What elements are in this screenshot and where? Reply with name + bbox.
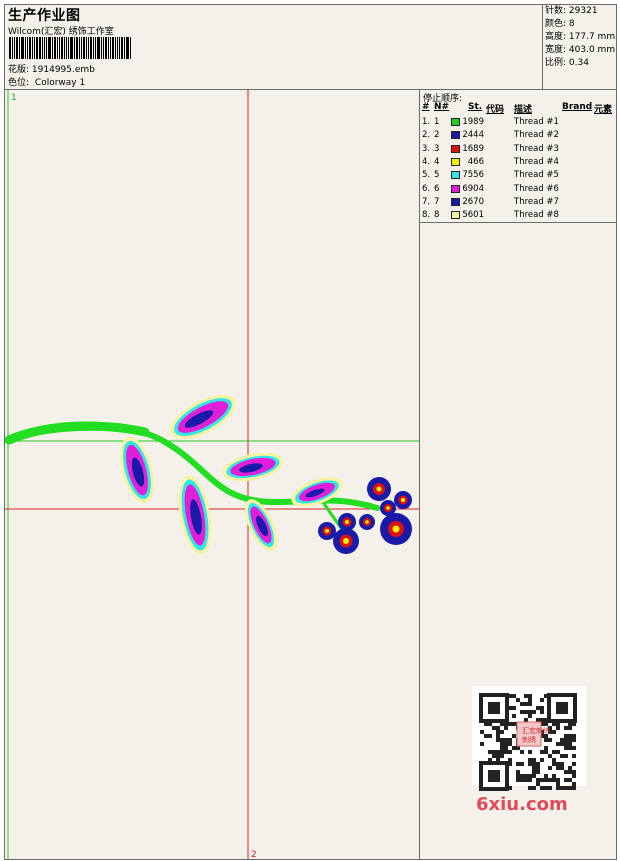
thread-code: 1989 bbox=[462, 117, 484, 127]
watermark-text: 6xiu.com bbox=[476, 794, 568, 815]
watermark-qr: 汇宏刺绣 刺绣 6xiu.com bbox=[472, 686, 586, 816]
thread-num: 5. bbox=[422, 170, 431, 181]
thread-color-swatch bbox=[451, 184, 460, 193]
header-num: # bbox=[422, 102, 430, 112]
thread-color-swatch bbox=[451, 131, 460, 140]
thread-num: 2. bbox=[422, 130, 431, 141]
stat-colors: 颜色: 8 bbox=[545, 19, 575, 29]
thread-row: 5. 5 7556 Thread #5 bbox=[420, 169, 617, 182]
thread-code: 2670 bbox=[462, 196, 484, 207]
thread-num: 6. bbox=[422, 183, 431, 194]
thread-num: 1. bbox=[422, 117, 431, 127]
thread-desc: Thread #8 bbox=[514, 210, 559, 221]
header-st: St. bbox=[468, 102, 483, 112]
stamp-text: 汇宏刺绣 bbox=[522, 726, 550, 735]
thread-n: 2 bbox=[434, 130, 440, 141]
thread-desc: Thread #6 bbox=[514, 183, 559, 194]
svg-text:刺绣: 刺绣 bbox=[522, 735, 536, 744]
leaf-6 bbox=[291, 477, 343, 507]
stat-height: 高度: 177.7 mm bbox=[545, 32, 616, 42]
thread-n: 6 bbox=[434, 183, 440, 194]
studio-name: Wilcom(汇宏) 绣饰工作室 bbox=[8, 27, 114, 37]
thread-color-swatch bbox=[451, 211, 460, 220]
thread-num: 7. bbox=[422, 196, 431, 207]
header-n: N# bbox=[434, 102, 450, 112]
thread-num: 8. bbox=[422, 210, 431, 221]
marker-bottom: 2 bbox=[251, 850, 257, 859]
thread-desc: Thread #4 bbox=[514, 156, 559, 167]
colorway-value: Colorway 1 bbox=[34, 78, 86, 88]
production-sheet: 生产作业图 Wilcom(汇宏) 绣饰工作室 花版: 1914995.emb 色… bbox=[4, 4, 617, 860]
flower-4 bbox=[380, 513, 412, 545]
thread-table-header: # N# St. 代码 描述 Brand 元素 bbox=[420, 102, 617, 115]
header-panel: 生产作业图 Wilcom(汇宏) 绣饰工作室 花版: 1914995.emb 色… bbox=[5, 5, 616, 90]
leaf-1 bbox=[170, 394, 236, 440]
flower-2 bbox=[394, 491, 412, 509]
thread-num: 4. bbox=[422, 156, 431, 167]
embroidery-preview: 1 2 2 bbox=[5, 90, 419, 859]
thread-n: 1 bbox=[434, 117, 440, 127]
thread-color-swatch bbox=[451, 118, 460, 126]
colorway-line: 色位: Colorway 1 bbox=[8, 75, 85, 88]
design-file: 1914995.emb bbox=[31, 65, 95, 75]
leaf-2 bbox=[120, 436, 154, 504]
thread-row: 6. 6 6904 Thread #6 bbox=[420, 183, 617, 196]
thread-desc: Thread #2 bbox=[514, 130, 559, 141]
thread-desc: Thread #7 bbox=[514, 196, 559, 207]
flower-7 bbox=[318, 522, 336, 540]
thread-n: 5 bbox=[434, 170, 440, 181]
thread-code: 466 bbox=[467, 156, 484, 167]
thread-desc: Thread #3 bbox=[514, 143, 559, 154]
marker-top-left: 1 bbox=[11, 93, 17, 103]
thread-code: 1689 bbox=[462, 143, 484, 154]
thread-code: 7556 bbox=[462, 170, 484, 181]
header-elem: 元素 bbox=[594, 105, 613, 115]
design-label: 花版: bbox=[8, 65, 30, 75]
colorway-label: 色位: bbox=[8, 78, 30, 88]
leaf-3 bbox=[178, 475, 212, 555]
flower-8 bbox=[333, 528, 359, 554]
qr-code-icon: 汇宏刺绣刺绣 6xiu.com bbox=[472, 686, 586, 815]
thread-color-swatch bbox=[451, 157, 460, 166]
thread-table: 停止顺序: # N# St. 代码 描述 Brand 元素 1. 1 1989 Thr… bbox=[420, 90, 617, 223]
thread-n: 3 bbox=[434, 143, 440, 154]
thread-color-swatch bbox=[451, 171, 460, 180]
thread-desc: Thread #1 bbox=[514, 117, 559, 127]
thread-n: 4 bbox=[434, 156, 440, 167]
thread-n: 8 bbox=[434, 210, 440, 221]
header-desc: 描述 bbox=[514, 105, 533, 115]
thread-row: 7. 7 2670 Thread #7 bbox=[420, 196, 617, 209]
flower-1 bbox=[367, 477, 391, 501]
thread-row: 8. 8 5601 Thread #8 bbox=[420, 209, 617, 222]
flower-5 bbox=[359, 514, 375, 530]
thread-row: 2. 2 2444 Thread #2 bbox=[420, 129, 617, 142]
page-title: 生产作业图 bbox=[8, 8, 81, 24]
thread-n: 7 bbox=[434, 196, 440, 207]
header-brand: Brand bbox=[562, 102, 593, 112]
thread-row: 4. 4 466 Thread #4 bbox=[420, 156, 617, 169]
stat-width: 宽度: 403.0 mm bbox=[545, 45, 616, 55]
stats-panel: 针数: 29321 颜色: 8 高度: 177.7 mm 宽度: 403.0 m… bbox=[542, 5, 617, 89]
header-code: 代码 bbox=[486, 105, 505, 115]
stat-scale: 比例: 0.34 bbox=[545, 58, 589, 68]
thread-row: 1. 1 1989 Thread #1 bbox=[420, 116, 617, 129]
thread-code: 6904 bbox=[462, 183, 484, 194]
thread-desc: Thread #5 bbox=[514, 170, 559, 181]
stat-stitches: 针数: 29321 bbox=[545, 6, 598, 16]
thread-code: 2444 bbox=[462, 130, 484, 141]
thread-color-swatch bbox=[451, 197, 460, 206]
barcode bbox=[9, 37, 132, 59]
thread-color-swatch bbox=[451, 144, 460, 153]
leaf-4 bbox=[222, 452, 284, 482]
design-file-line: 花版: 1914995.emb bbox=[8, 62, 95, 75]
thread-code: 5601 bbox=[462, 210, 484, 221]
design-canvas: 1 2 2 bbox=[5, 90, 419, 859]
main-stem-thick bbox=[5, 421, 150, 445]
thread-row: 3. 3 1689 Thread #3 bbox=[420, 143, 617, 156]
thread-num: 3. bbox=[422, 143, 431, 154]
